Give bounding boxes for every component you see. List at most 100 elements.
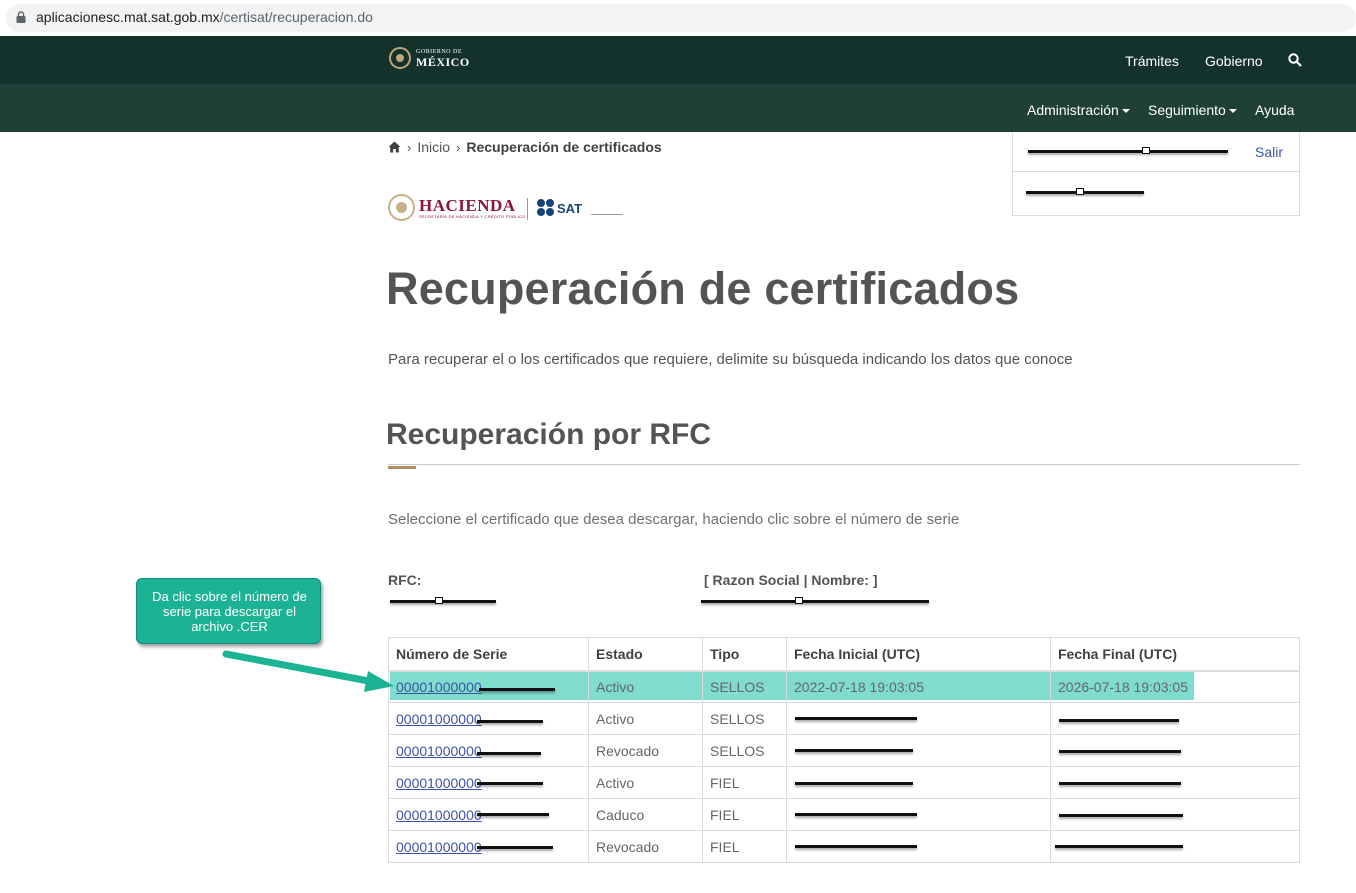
fecha-inicial-cell bbox=[786, 798, 1051, 831]
chevron-right-icon: › bbox=[456, 139, 461, 155]
redacted-serie bbox=[477, 782, 543, 785]
serie-cell: 00001000000 bbox=[388, 734, 589, 767]
sat-dots-icon bbox=[537, 199, 555, 217]
logout-link[interactable]: Salir bbox=[1255, 144, 1283, 160]
redacted-date bbox=[1059, 719, 1179, 722]
serie-link[interactable]: 00001000000 bbox=[396, 711, 482, 727]
redacted-date bbox=[1055, 845, 1183, 848]
serie-link[interactable]: 00001000000 bbox=[396, 679, 482, 695]
certificates-table: Número de Serie Estado Tipo Fecha Inicia… bbox=[388, 637, 1300, 863]
menu-ayuda[interactable]: Ayuda bbox=[1255, 102, 1294, 118]
caret-down-icon bbox=[1121, 109, 1130, 114]
tipo-cell: FIEL bbox=[702, 766, 787, 799]
user-info-panel: Salir bbox=[1012, 132, 1300, 216]
tipo-cell: FIEL bbox=[702, 798, 787, 831]
redacted-serie bbox=[477, 752, 541, 755]
hacienda-subtitle: SECRETARÍA DE HACIENDA Y CRÉDITO PÚBLICO bbox=[419, 213, 526, 219]
fecha-final-cell: 2026-07-18 19:03:05 bbox=[1050, 670, 1300, 703]
nav-gobierno[interactable]: Gobierno bbox=[1205, 53, 1263, 69]
user-name-row: Salir bbox=[1013, 132, 1299, 172]
fecha-inicial-cell bbox=[786, 766, 1051, 799]
logo-divider bbox=[527, 198, 528, 220]
estado-cell: Revocado bbox=[588, 734, 703, 767]
fecha-inicial-cell bbox=[786, 734, 1051, 767]
redacted-razon-social bbox=[701, 597, 929, 604]
hacienda-seal-icon bbox=[388, 194, 415, 221]
hacienda-logo: HACIENDA SECRETARÍA DE HACIENDA Y CRÉDIT… bbox=[388, 194, 526, 221]
hacienda-wordmark: HACIENDA bbox=[419, 195, 516, 215]
fecha-final-cell bbox=[1050, 702, 1300, 735]
breadcrumb-current: Recuperación de certificados bbox=[466, 139, 662, 155]
table-row: 00001000000 Caduco FIEL bbox=[388, 798, 1300, 831]
breadcrumb-home[interactable]: Inicio bbox=[417, 139, 450, 155]
chevron-right-icon: › bbox=[407, 139, 412, 155]
gobierno-seal-icon bbox=[389, 47, 411, 69]
col-header-fecha-final: Fecha Final (UTC) bbox=[1050, 637, 1300, 672]
table-row: 00001000000 Revocado FIEL bbox=[388, 830, 1300, 863]
gobierno-logo[interactable]: GOBIERNO DE MÉXICO bbox=[389, 47, 470, 69]
sub-navigation: Administración Seguimiento Ayuda bbox=[0, 84, 1356, 132]
col-header-estado: Estado bbox=[588, 637, 703, 672]
redacted-serie bbox=[477, 813, 549, 816]
fecha-final-cell bbox=[1050, 830, 1300, 863]
annotation-callout: Da clic sobre el número de serie para de… bbox=[136, 578, 321, 644]
table-header-row: Número de Serie Estado Tipo Fecha Inicia… bbox=[388, 637, 1300, 672]
section-divider-accent bbox=[388, 466, 416, 469]
redacted-date bbox=[795, 813, 917, 816]
redacted-date bbox=[795, 749, 913, 752]
annotation-arrow-icon bbox=[222, 650, 394, 692]
logo-line2: MÉXICO bbox=[416, 54, 470, 69]
table-row: 00001000000 Activo SELLOS bbox=[388, 702, 1300, 735]
fecha-final-cell bbox=[1050, 766, 1300, 799]
serie-cell: 00001000000 bbox=[388, 766, 589, 799]
serie-link[interactable]: 00001000000 bbox=[396, 743, 482, 759]
estado-cell: Activo bbox=[588, 702, 703, 735]
serie-cell: 00001000000 bbox=[388, 830, 589, 863]
estado-cell: Caduco bbox=[588, 798, 703, 831]
fecha-inicial-cell bbox=[786, 830, 1051, 863]
estado-cell: Activo bbox=[588, 670, 703, 703]
redacted-serie bbox=[477, 720, 543, 723]
redacted-date bbox=[795, 845, 917, 848]
fecha-inicial-cell: 2022-07-18 19:03:05 bbox=[786, 670, 1051, 703]
estado-cell: Activo bbox=[588, 766, 703, 799]
redacted-date bbox=[795, 782, 913, 785]
table-row: 00001000000 Activo FIEL bbox=[388, 766, 1300, 799]
sat-logo: SAT bbox=[537, 199, 623, 217]
redacted-date bbox=[1059, 750, 1181, 753]
redacted-user-name bbox=[1028, 147, 1228, 154]
serie-cell: 00001000000 bbox=[388, 670, 589, 703]
table-row: 00001000000 Revocado SELLOS bbox=[388, 734, 1300, 767]
tipo-cell: SELLOS bbox=[702, 670, 787, 703]
rfc-label: RFC: bbox=[388, 572, 422, 588]
sat-wordmark: SAT bbox=[557, 200, 583, 216]
nav-tramites[interactable]: Trámites bbox=[1125, 53, 1179, 69]
redacted-serie bbox=[477, 846, 553, 849]
fecha-inicial-cell bbox=[786, 702, 1051, 735]
serie-link[interactable]: 00001000000 bbox=[396, 807, 482, 823]
search-icon[interactable] bbox=[1288, 53, 1302, 67]
serie-link[interactable]: 00001000000 bbox=[396, 775, 482, 791]
estado-cell: Revocado bbox=[588, 830, 703, 863]
logo-line1: GOBIERNO DE bbox=[416, 48, 462, 55]
col-header-fecha-inicial: Fecha Inicial (UTC) bbox=[786, 637, 1051, 672]
redacted-user-rfc bbox=[1026, 188, 1144, 195]
tipo-cell: SELLOS bbox=[702, 702, 787, 735]
breadcrumb: › Inicio › Recuperación de certificados bbox=[388, 139, 662, 155]
redacted-date bbox=[1059, 782, 1181, 785]
serie-link[interactable]: 00001000000 bbox=[396, 839, 482, 855]
instruction-text: Seleccione el certificado que desea desc… bbox=[388, 511, 960, 528]
table-row: 00001000000 Activo SELLOS 2022-07-18 19:… bbox=[388, 670, 1300, 703]
menu-administracion[interactable]: Administración bbox=[1027, 102, 1130, 118]
menu-seguimiento[interactable]: Seguimiento bbox=[1148, 102, 1237, 118]
page-title: Recuperación de certificados bbox=[386, 263, 1020, 314]
fecha-final-cell bbox=[1050, 734, 1300, 767]
page-intro: Para recuperar el o los certificados que… bbox=[388, 351, 1073, 368]
browser-url-bar: aplicacionesc.mat.sat.gob.mx/certisat/re… bbox=[0, 0, 1356, 36]
section-title: Recuperación por RFC bbox=[386, 418, 712, 451]
caret-down-icon bbox=[1228, 109, 1237, 114]
url-text[interactable]: aplicacionesc.mat.sat.gob.mx/certisat/re… bbox=[36, 9, 373, 25]
lock-icon bbox=[16, 11, 26, 23]
section-divider bbox=[388, 464, 1300, 465]
home-icon[interactable] bbox=[388, 141, 401, 153]
